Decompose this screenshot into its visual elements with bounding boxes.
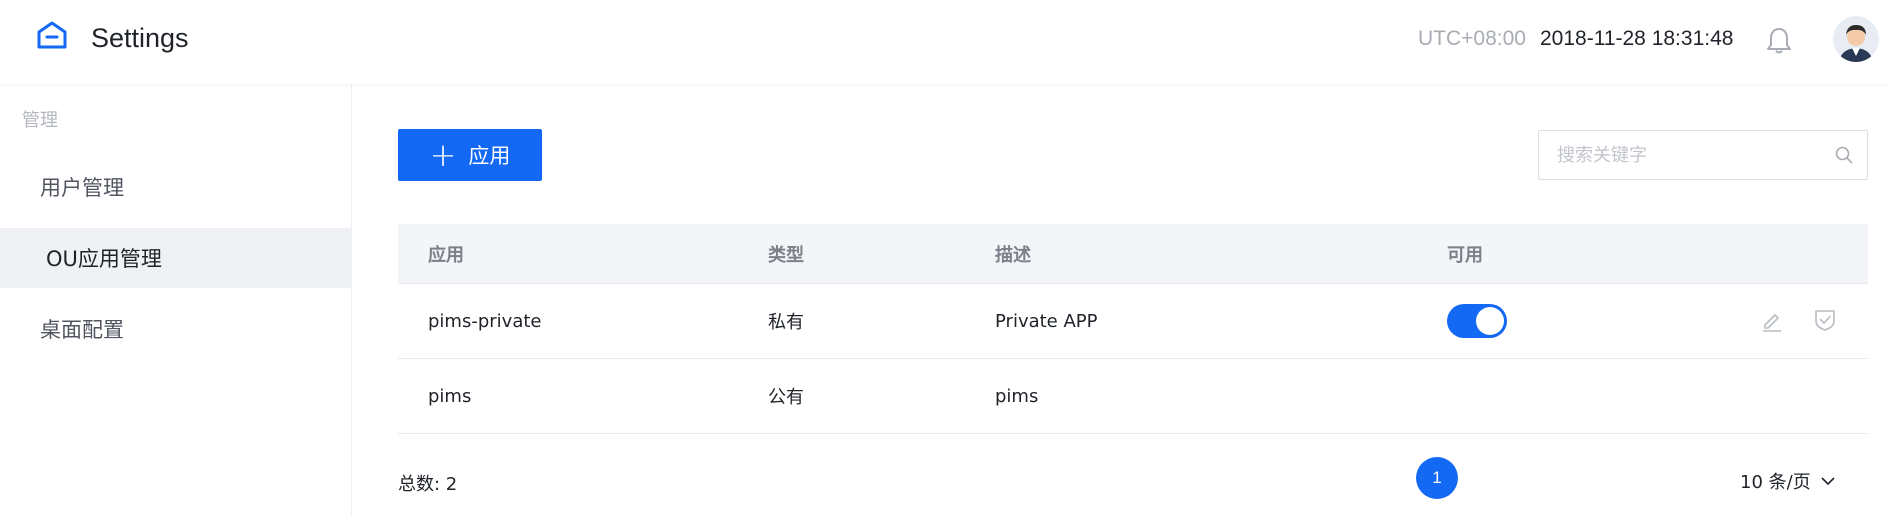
cell-app: pims-private [428, 310, 542, 332]
top-header: Settings UTC+08:00 2018-11-28 18:31:48 [0, 0, 1889, 84]
toggle-knob [1476, 307, 1504, 335]
avatar[interactable] [1833, 16, 1879, 62]
column-header-type: 类型 [768, 244, 804, 266]
chevron-down-icon [1821, 477, 1835, 486]
add-app-button[interactable]: + 应用 [398, 129, 542, 181]
search-icon[interactable] [1835, 146, 1853, 164]
sidebar-group-label: 管理 [22, 110, 58, 131]
cell-description: pims [995, 385, 1039, 407]
edit-icon[interactable] [1760, 308, 1784, 332]
shield-check-icon[interactable] [1814, 308, 1836, 332]
sidebar-item-user-management[interactable]: 用户管理 [0, 157, 351, 217]
app-title: Settings [91, 23, 189, 53]
sidebar-item-label: 用户管理 [40, 176, 124, 200]
page-size-select[interactable]: 10 条/页 [1740, 468, 1835, 494]
timezone-label: UTC+08:00 [1418, 27, 1526, 50]
cell-description: Private APP [995, 310, 1098, 332]
search-input[interactable] [1539, 131, 1829, 179]
sidebar-item-label: OU应用管理 [46, 247, 162, 271]
total-count: 总数: 2 [398, 474, 458, 495]
plus-icon: + [429, 136, 457, 174]
sidebar-item-label: 桌面配置 [40, 318, 124, 342]
home-icon[interactable] [36, 20, 68, 50]
add-app-label: 应用 [468, 144, 511, 168]
enabled-toggle[interactable] [1447, 304, 1507, 338]
main-content: + 应用 应用 类型 描述 可用 pims-private 私有 Private… [351, 84, 1889, 515]
table-header: 应用 类型 描述 可用 [398, 224, 1868, 284]
table-row: pims-private 私有 Private APP [398, 284, 1868, 359]
sidebar-item-ou-app-management[interactable]: OU应用管理 [0, 228, 351, 288]
datetime-label: 2018-11-28 18:31:48 [1540, 27, 1734, 50]
page-button-current[interactable]: 1 [1416, 457, 1458, 499]
sidebar-item-desktop-config[interactable]: 桌面配置 [0, 299, 351, 359]
bell-icon[interactable] [1766, 26, 1792, 54]
column-header-app: 应用 [428, 244, 464, 266]
cell-type: 私有 [768, 312, 804, 333]
cell-type: 公有 [768, 387, 804, 408]
page-size-label: 10 条/页 [1740, 472, 1811, 493]
search-box[interactable] [1538, 130, 1868, 180]
sidebar: 管理 用户管理 OU应用管理 桌面配置 [0, 84, 351, 515]
column-header-enabled: 可用 [1447, 244, 1483, 266]
cell-app: pims [428, 385, 472, 407]
column-header-description: 描述 [995, 244, 1031, 266]
apps-table: 应用 类型 描述 可用 pims-private 私有 Private APP … [398, 224, 1868, 434]
table-row: pims 公有 pims [398, 359, 1868, 434]
